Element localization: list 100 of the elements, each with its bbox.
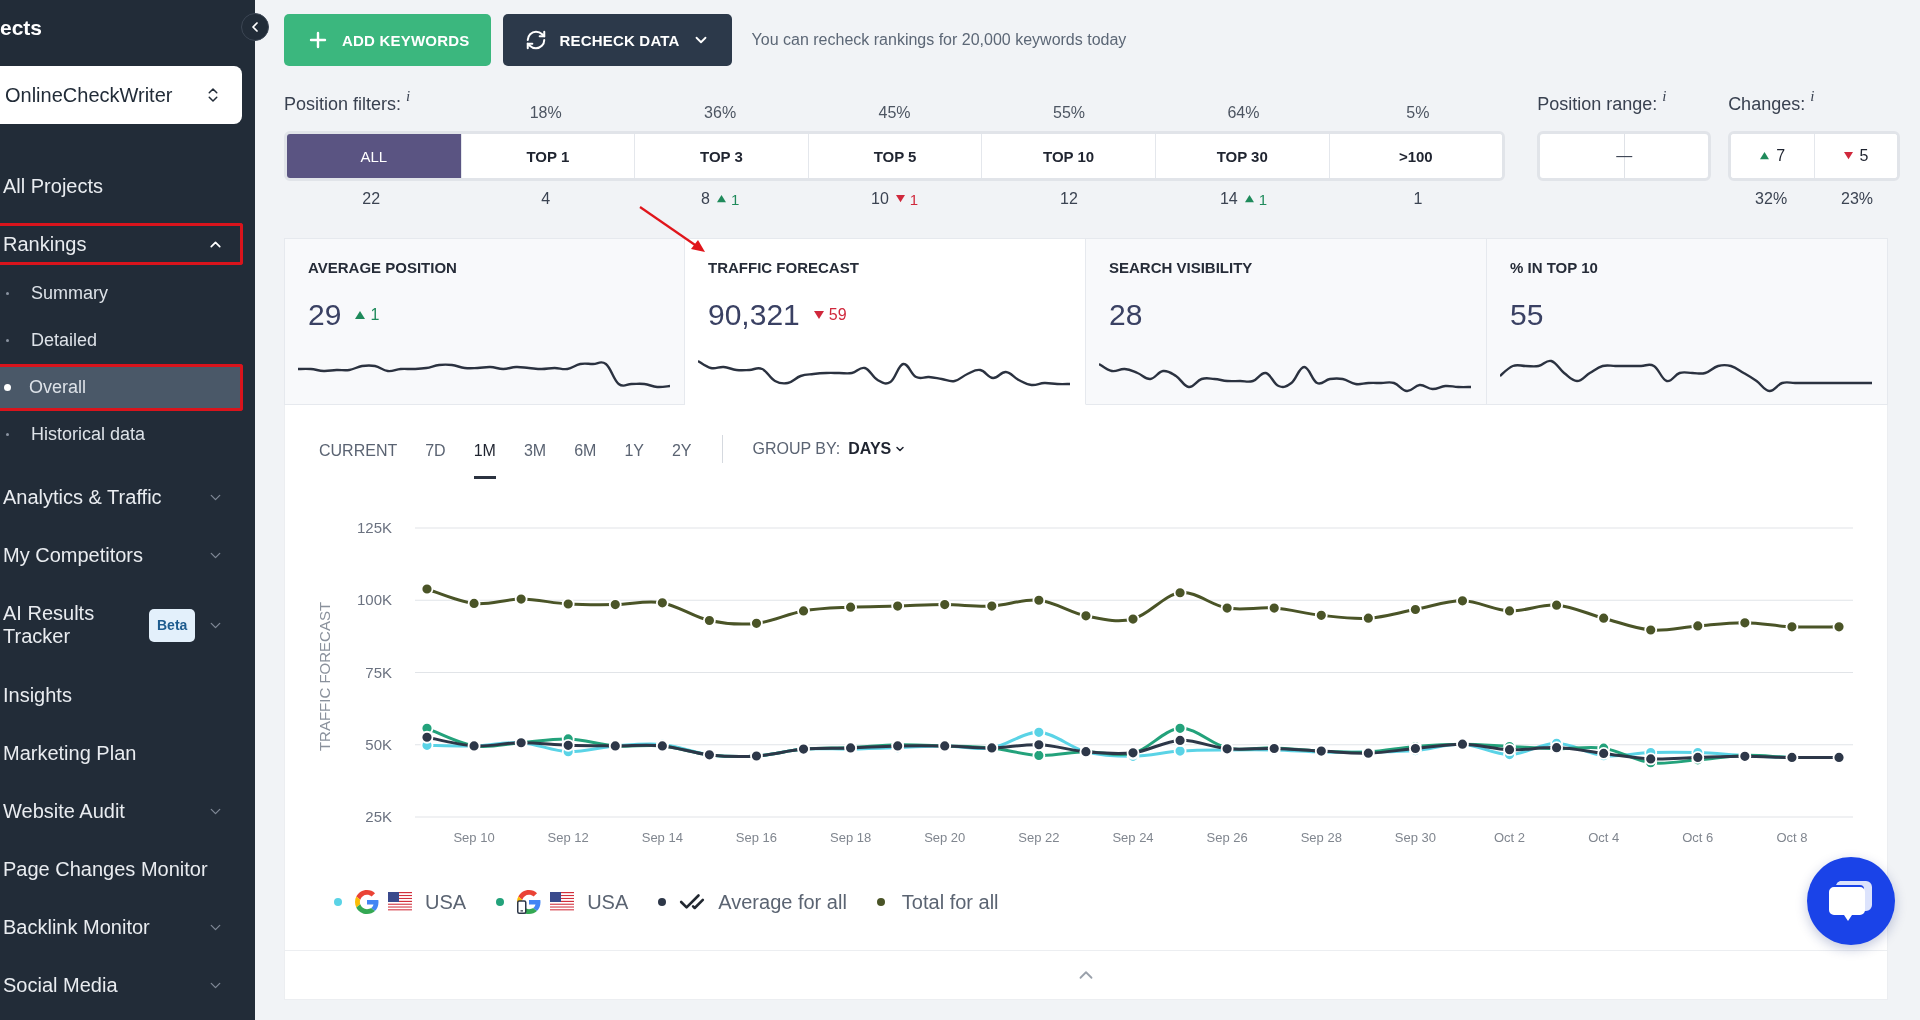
position-filter-tab[interactable]: ALL xyxy=(287,134,461,178)
metric-title: AVERAGE POSITION xyxy=(308,259,457,276)
period-tab[interactable]: 3M xyxy=(523,439,547,479)
period-tab[interactable]: 2Y xyxy=(671,439,692,479)
change-value: 59 xyxy=(828,306,847,324)
sidebar-item[interactable]: Analytics & Traffic xyxy=(0,476,243,518)
group-by-dropdown[interactable]: DAYS xyxy=(848,439,907,459)
collapse-sidebar-button[interactable] xyxy=(241,13,269,41)
sidebar-subitem[interactable]: Overall xyxy=(0,364,243,411)
chart-point xyxy=(1220,601,1234,615)
x-axis-label: Sep 20 xyxy=(924,830,966,845)
chart-point xyxy=(1503,743,1516,757)
chart-point xyxy=(1738,749,1752,763)
chart-point xyxy=(1079,609,1093,623)
chart-point xyxy=(1785,751,1799,764)
chart-point xyxy=(1456,594,1469,608)
y-axis-title: TRAFFIC FORECAST xyxy=(316,601,333,752)
sidebar-item[interactable]: Insights xyxy=(0,674,243,716)
count-label: 1 xyxy=(1413,190,1423,208)
chart-point xyxy=(1597,611,1611,625)
period-tab[interactable]: 6M xyxy=(574,439,597,479)
x-axis-label: Sep 24 xyxy=(1112,830,1154,845)
chart-point xyxy=(1267,742,1281,755)
chart-point xyxy=(561,738,575,752)
project-selector[interactable]: OnlineCheckWriter xyxy=(0,66,242,124)
info-icon[interactable]: i xyxy=(406,88,411,105)
chart-point xyxy=(1314,608,1328,622)
count-label: 8 xyxy=(701,190,710,208)
chart-point xyxy=(938,739,952,753)
sidebar-item[interactable]: Website Audit xyxy=(0,790,243,832)
chart-point xyxy=(1173,586,1187,600)
bullet-icon xyxy=(6,292,9,295)
chart-point xyxy=(703,748,716,762)
period-tab[interactable]: CURRENT xyxy=(319,439,398,479)
changes-filter-button[interactable]: 5 xyxy=(1814,134,1897,178)
sidebar-item[interactable]: Rankings xyxy=(0,223,243,265)
chart-point xyxy=(1361,611,1375,625)
x-axis-label: Sep 16 xyxy=(735,830,778,845)
chart-point xyxy=(1126,612,1140,626)
bullet-icon xyxy=(4,384,11,391)
chart-point xyxy=(797,604,810,618)
metric-card[interactable]: % IN TOP 10 55 xyxy=(1487,238,1888,405)
chart-point xyxy=(608,739,622,753)
chart-point xyxy=(655,596,669,610)
sidebar-subitem[interactable]: Historical data xyxy=(0,411,243,458)
metric-value: 28 xyxy=(1109,298,1143,332)
sidebar-subitem[interactable]: Summary xyxy=(0,270,243,317)
legend-label: USA xyxy=(587,890,629,914)
chart-point xyxy=(1032,593,1046,607)
recheck-data-button[interactable]: RECHECK DATA xyxy=(503,14,732,66)
sidebar-item[interactable]: Marketing Plan xyxy=(0,732,243,774)
period-tab[interactable]: 1Y xyxy=(624,439,644,479)
chart-point xyxy=(891,599,905,613)
metric-title: TRAFFIC FORECAST xyxy=(708,259,859,276)
chart-point xyxy=(655,739,669,753)
recheck-limit-note: You can recheck rankings for 20,000 keywords today xyxy=(751,31,1127,49)
chart-point xyxy=(1456,737,1469,751)
sidebar-item[interactable]: Social Media xyxy=(0,964,243,1006)
sidebar-heading: ects xyxy=(0,15,43,41)
bullet-icon xyxy=(6,339,9,342)
chart-point xyxy=(1079,745,1093,759)
chart-point xyxy=(1550,598,1563,612)
y-axis-label: 75K xyxy=(365,663,392,681)
range-separator: — xyxy=(1613,134,1636,178)
count-label: 22 xyxy=(362,190,381,208)
chart-point xyxy=(891,739,905,753)
changes-label: Changes: xyxy=(1728,94,1806,115)
metric-value: 90,321 xyxy=(708,298,800,332)
metric-title: % IN TOP 10 xyxy=(1510,259,1598,276)
chart-point xyxy=(1409,742,1422,755)
chart-point xyxy=(844,600,857,614)
chart-point xyxy=(561,597,575,611)
sidebar-item[interactable]: Backlink Monitor xyxy=(0,906,243,948)
chart-point xyxy=(514,592,528,606)
metric-value: 29 xyxy=(308,298,342,332)
metric-card[interactable]: SEARCH VISIBILITY 28 xyxy=(1086,238,1487,405)
period-tab[interactable]: 1M xyxy=(473,439,496,479)
g-logo-with-phone-icon xyxy=(517,890,542,914)
sidebar-subitem[interactable]: Detailed xyxy=(0,317,243,364)
metric-card[interactable]: AVERAGE POSITION 29 1 xyxy=(284,238,685,405)
chart-point xyxy=(1032,749,1046,762)
beta-badge: Beta xyxy=(149,608,196,642)
period-tab[interactable]: 7D xyxy=(425,439,446,479)
y-axis-label: 100K xyxy=(356,591,392,609)
position-filter-tab[interactable]: >100 xyxy=(1328,134,1503,178)
info-icon[interactable]: i xyxy=(1810,88,1815,105)
chart-point xyxy=(985,599,999,613)
percent-label: 64% xyxy=(1227,104,1260,123)
g-logo-icon xyxy=(355,890,379,914)
sidebar-item[interactable]: Page Changes Monitor xyxy=(0,848,243,890)
chart-point xyxy=(1361,746,1375,760)
x-axis-label: Sep 14 xyxy=(641,830,683,845)
info-icon[interactable]: i xyxy=(1662,88,1667,105)
chart-point xyxy=(1785,620,1799,634)
sidebar-item[interactable]: AI Results Tracker Beta xyxy=(0,592,243,658)
chart-point xyxy=(1409,603,1422,616)
sidebar-item[interactable]: My Competitors xyxy=(0,534,243,576)
sidebar-item[interactable]: All Projects xyxy=(0,165,243,207)
percent-label: 5% xyxy=(1406,104,1430,123)
chart-point xyxy=(985,741,999,755)
